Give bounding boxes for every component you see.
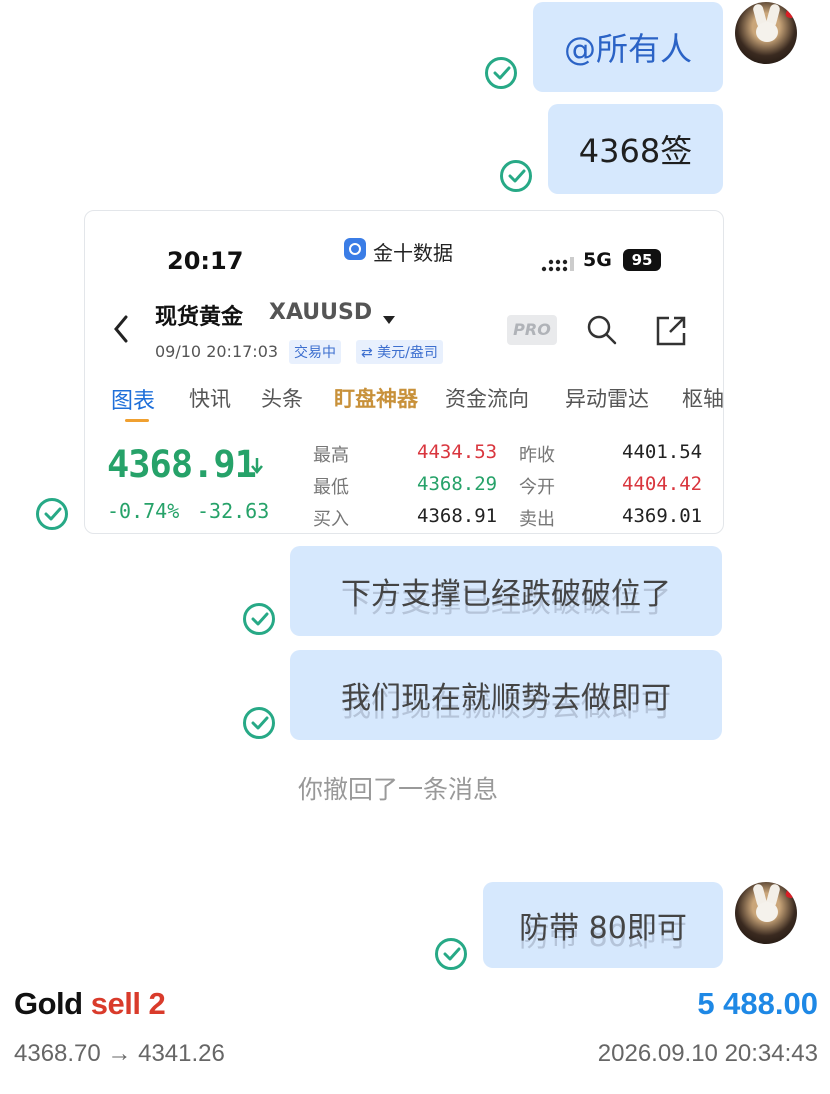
high-value: 4434.53 bbox=[417, 441, 498, 463]
app-name: 金十数据 bbox=[373, 241, 453, 265]
message-text: 我们现在就顺势去做即可 bbox=[341, 681, 671, 716]
back-chevron-icon[interactable] bbox=[113, 315, 129, 347]
read-check-icon bbox=[435, 938, 467, 970]
tab-chart[interactable]: 图表 bbox=[111, 383, 155, 415]
avatar[interactable] bbox=[735, 2, 797, 64]
tab-watch-tool[interactable]: 盯盘神器 bbox=[334, 383, 418, 413]
read-check-icon bbox=[500, 160, 532, 192]
search-icon[interactable] bbox=[586, 314, 618, 350]
avatar[interactable] bbox=[735, 882, 797, 944]
share-icon[interactable] bbox=[655, 315, 687, 351]
gold-quote-screenshot[interactable]: 20:17 金十数据 5G 95 现货黄金 XAUUSD 09/10 20:17… bbox=[84, 210, 724, 534]
buy-label: 买入 bbox=[313, 509, 349, 530]
prev-close-label: 昨收 bbox=[519, 445, 555, 466]
signal-icon bbox=[541, 255, 577, 277]
change-percent: -0.74% bbox=[107, 499, 180, 523]
battery-level: 95 bbox=[631, 251, 653, 269]
app-logo-icon bbox=[344, 238, 366, 260]
message-text: 下方支撑已经跌破破位了 bbox=[341, 577, 671, 612]
open-value: 4404.42 bbox=[622, 473, 703, 495]
buy-value: 4368.91 bbox=[417, 505, 498, 527]
tab-headlines[interactable]: 头条 bbox=[261, 383, 303, 413]
read-check-icon bbox=[243, 603, 275, 635]
active-tab-indicator bbox=[125, 419, 149, 422]
prev-close-value: 4401.54 bbox=[622, 441, 703, 463]
instrument-symbol[interactable]: XAUUSD bbox=[269, 300, 372, 325]
open-label: 今开 bbox=[519, 477, 555, 498]
pro-icon[interactable]: PRO bbox=[507, 315, 557, 345]
read-check-icon bbox=[243, 707, 275, 739]
arrow-down-icon bbox=[250, 457, 264, 479]
trade-instrument: Gold bbox=[14, 986, 83, 1021]
trade-price-path: 4368.70 → 4341.26 bbox=[14, 1040, 225, 1067]
message-bubble-support-broken[interactable]: 下方支撑已经跌破破位了 bbox=[290, 546, 722, 636]
sell-value: 4369.01 bbox=[622, 505, 703, 527]
message-bubble-stop-loss[interactable]: 防带 80即可 bbox=[483, 882, 723, 968]
message-text: @所有人 bbox=[563, 30, 692, 68]
battery-icon: 95 bbox=[623, 249, 661, 271]
tab-capital-flow[interactable]: 资金流向 bbox=[445, 383, 529, 413]
quote-datetime: 09/10 20:17:03 bbox=[155, 342, 279, 361]
instrument-name: 现货黄金 bbox=[155, 305, 244, 330]
trade-side: sell 2 bbox=[90, 986, 166, 1021]
tab-flash-news[interactable]: 快讯 bbox=[189, 383, 231, 413]
message-bubble-follow-trend[interactable]: 我们现在就顺势去做即可 bbox=[290, 650, 722, 740]
message-text: 防带 80即可 bbox=[519, 911, 687, 946]
unit-badge: ⇄ 美元/盎司 bbox=[356, 340, 443, 364]
trading-status-badge: 交易中 bbox=[289, 340, 341, 364]
current-price: 4368.91 bbox=[107, 443, 257, 486]
high-label: 最高 bbox=[313, 445, 349, 466]
trade-title: Gold sell 2 bbox=[14, 986, 166, 1022]
tab-pivot[interactable]: 枢轴 bbox=[682, 383, 723, 413]
low-label: 最低 bbox=[313, 477, 349, 498]
network-type: 5G bbox=[583, 249, 612, 271]
low-value: 4368.29 bbox=[417, 473, 498, 495]
recalled-message-notice: 你撤回了一条消息 bbox=[298, 775, 499, 804]
sell-label: 卖出 bbox=[519, 509, 555, 530]
message-text: 4368签 bbox=[578, 132, 693, 170]
tab-anomaly-radar[interactable]: 异动雷达 bbox=[565, 383, 649, 413]
status-time: 20:17 bbox=[167, 247, 244, 275]
change-amount: -32.63 bbox=[197, 499, 270, 523]
read-check-icon bbox=[36, 498, 68, 530]
chevron-down-icon[interactable] bbox=[382, 310, 396, 329]
message-bubble-entry[interactable]: 4368签 bbox=[548, 104, 723, 194]
trade-timestamp: 2026.09.10 20:34:43 bbox=[597, 1040, 818, 1067]
trade-profit: 5 488.00 bbox=[697, 986, 818, 1021]
message-bubble-mention[interactable]: @所有人 bbox=[533, 2, 723, 92]
read-check-icon bbox=[485, 57, 517, 89]
